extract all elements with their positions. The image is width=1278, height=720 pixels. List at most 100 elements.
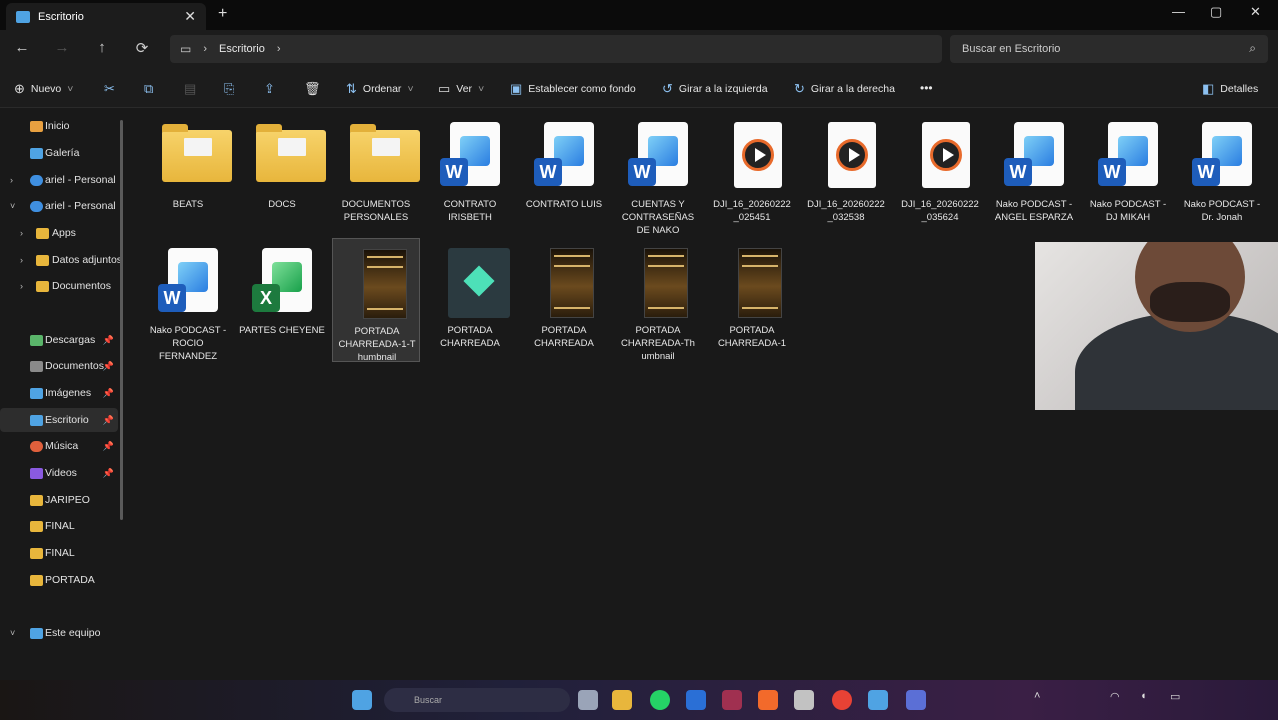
taskbar: Buscar ˄ ◠ ◖ ▭ [0,680,1278,720]
start-icon[interactable] [352,690,372,710]
file-name: CUENTAS Y CONTRASEÑAS DE NAKO [621,199,695,236]
paste-icon[interactable]: ▤ [184,81,196,97]
sidebar-item-imagenes[interactable]: Imágenes 📌 [0,381,118,405]
file-item[interactable]: W Nako PODCAST - ROCIO FERNANDEZ [144,238,232,362]
task-view-icon[interactable] [578,690,598,710]
sidebar-item-label: Videos [45,467,77,479]
search-icon: ⌕ [1249,41,1256,55]
sidebar-item-este-equipo[interactable]: ˅ Este equipo [0,621,118,645]
file-item[interactable]: W CONTRATO IRISBETH [426,112,514,236]
file-item[interactable]: PORTADA CHARREADA [520,238,608,362]
wifi-icon[interactable]: ◠ [1110,690,1122,710]
file-item[interactable]: W Nako PODCAST - Dr. Jonah [1178,112,1266,236]
sidebar-item-final-2[interactable]: FINAL [0,541,118,565]
sidebar-item-label: FINAL [45,547,75,559]
file-name: BEATS [172,199,204,210]
file-item[interactable]: X PARTES CHEYENE [238,238,326,362]
back-button[interactable]: ← [12,39,32,56]
file-item[interactable]: W CONTRATO LUIS [520,112,608,236]
file-item[interactable]: DJI_16_20260222 _035624 [896,112,984,236]
details-button[interactable]: ◧ Detalles [1202,81,1258,97]
file-item[interactable]: W CUENTAS Y CONTRASEÑAS DE NAKO [614,112,702,236]
brave-icon[interactable] [758,690,778,710]
taskbar-search[interactable]: Buscar [384,688,570,712]
sidebar-item-documentos-onedrive[interactable]: › Documentos [0,274,118,298]
chrome-icon[interactable] [832,690,852,710]
file-item[interactable]: DOCS [238,112,326,236]
file-item[interactable]: W Nako PODCAST - ANGEL ESPARZA [990,112,1078,236]
view-button[interactable]: ▭ Ver ˅ [438,81,484,97]
tab-escritorio[interactable]: Escritorio ✕ [6,3,206,30]
sidebar-item-inicio[interactable]: Inicio [0,114,118,138]
sidebar-item-datos-adjuntos[interactable]: › Datos adjuntos [0,248,122,272]
file-name: PORTADA CHARREADA [440,325,500,349]
up-button[interactable]: ↑ [92,39,112,56]
file-item[interactable]: PORTADA CHARREADA-Th umbnail [614,238,702,362]
file-name: CONTRATO LUIS [525,199,603,210]
folder-icon [350,124,420,182]
navigation-pane: Inicio Galería › ariel - Personal ˅ arie… [0,108,124,680]
file-item[interactable]: PORTADA CHARREADA-1 [708,238,796,362]
file-item[interactable]: PORTADA CHARREADA [426,238,514,362]
copy-icon[interactable]: ⧉ [144,81,153,97]
sidebar-item-label: Galería [45,147,80,159]
close-window-button[interactable]: ✕ [1250,4,1261,20]
app-icon[interactable] [686,690,706,710]
sidebar-item-escritorio[interactable]: Escritorio 📌 [0,408,118,432]
new-tab-button[interactable]: + [218,5,227,23]
refresh-button[interactable]: ⟳ [132,39,152,57]
tab-close-icon[interactable]: ✕ [184,8,196,25]
sort-label: Ordenar [362,83,402,95]
sidebar-item-portada[interactable]: PORTADA [0,568,118,592]
file-explorer-icon[interactable] [612,690,632,710]
rotate-left-button[interactable]: ↺ Girar a la izquierda [662,81,768,97]
sidebar-item-onedrive-1[interactable]: › ariel - Personal [0,168,118,192]
cloud-icon [30,174,43,186]
cut-icon[interactable]: ✂ [104,81,115,97]
breadcrumb-escritorio[interactable]: Escritorio [219,43,265,55]
pin-icon: 📌 [102,360,114,371]
file-name: CONTRATO IRISBETH [443,199,497,223]
set-background-button[interactable]: ▣ Establecer como fondo [510,81,636,97]
maximize-button[interactable]: ▢ [1210,4,1222,20]
command-bar: ⊕ Nuevo ˅ ✂ ⧉ ▤ ⎘ ⇪ 🗑 ⇅ Ordenar ˅ ▭ Ver … [0,68,1278,108]
download-icon [30,334,43,346]
app-icon[interactable] [906,690,926,710]
delete-icon[interactable]: 🗑 [304,81,321,97]
sidebar-scrollbar[interactable] [120,120,123,520]
sidebar-item-final[interactable]: FINAL [0,514,118,538]
sidebar-item-descargas[interactable]: Descargas 📌 [0,328,118,352]
file-item[interactable]: DOCUMENTOS PERSONALES [332,112,420,236]
file-item[interactable]: DJI_16_20260222 _025451 [708,112,796,236]
address-bar[interactable]: ▭ › Escritorio › [170,35,942,63]
minimize-button[interactable]: — [1172,4,1185,19]
more-options-button[interactable]: ••• [920,81,933,95]
sidebar-item-apps[interactable]: › Apps [0,221,118,245]
file-item[interactable]: W Nako PODCAST - DJ MIKAH [1084,112,1172,236]
search-input[interactable]: Buscar en Escritorio ⌕ [950,35,1268,63]
app-icon[interactable] [722,690,742,710]
sidebar-item-onedrive-2[interactable]: ˅ ariel - Personal [0,194,118,218]
file-item[interactable]: BEATS [144,112,232,236]
sidebar-item-label: Descargas [45,334,96,346]
forward-button[interactable]: → [52,39,72,56]
file-item[interactable]: DJI_16_20260222 _032538 [802,112,890,236]
sidebar-item-galeria[interactable]: Galería [0,141,118,165]
chevron-down-icon: ˅ [10,201,16,211]
rename-icon[interactable]: ⎘ [224,81,234,97]
rotate-right-button[interactable]: ↻ Girar a la derecha [794,81,895,97]
app-icon[interactable] [868,690,888,710]
sidebar-item-musica[interactable]: Música 📌 [0,434,118,458]
file-item-selected[interactable]: PORTADA CHARREADA-1-T humbnail [332,238,420,363]
share-icon[interactable]: ⇪ [264,81,275,97]
new-button[interactable]: ⊕ Nuevo ˅ [14,81,73,97]
sidebar-item-documentos[interactable]: Documentos 📌 [0,354,118,378]
battery-icon[interactable]: ▭ [1170,690,1184,710]
sidebar-item-videos[interactable]: Videos 📌 [0,461,118,485]
app-icon[interactable] [794,690,814,710]
volume-icon[interactable]: ◖ [1140,690,1152,710]
chevron-up-icon[interactable]: ˄ [1034,690,1046,710]
sort-button[interactable]: ⇅ Ordenar ˅ [346,81,414,97]
sidebar-item-jaripeo[interactable]: JARIPEO [0,488,118,512]
whatsapp-icon[interactable] [650,690,670,710]
